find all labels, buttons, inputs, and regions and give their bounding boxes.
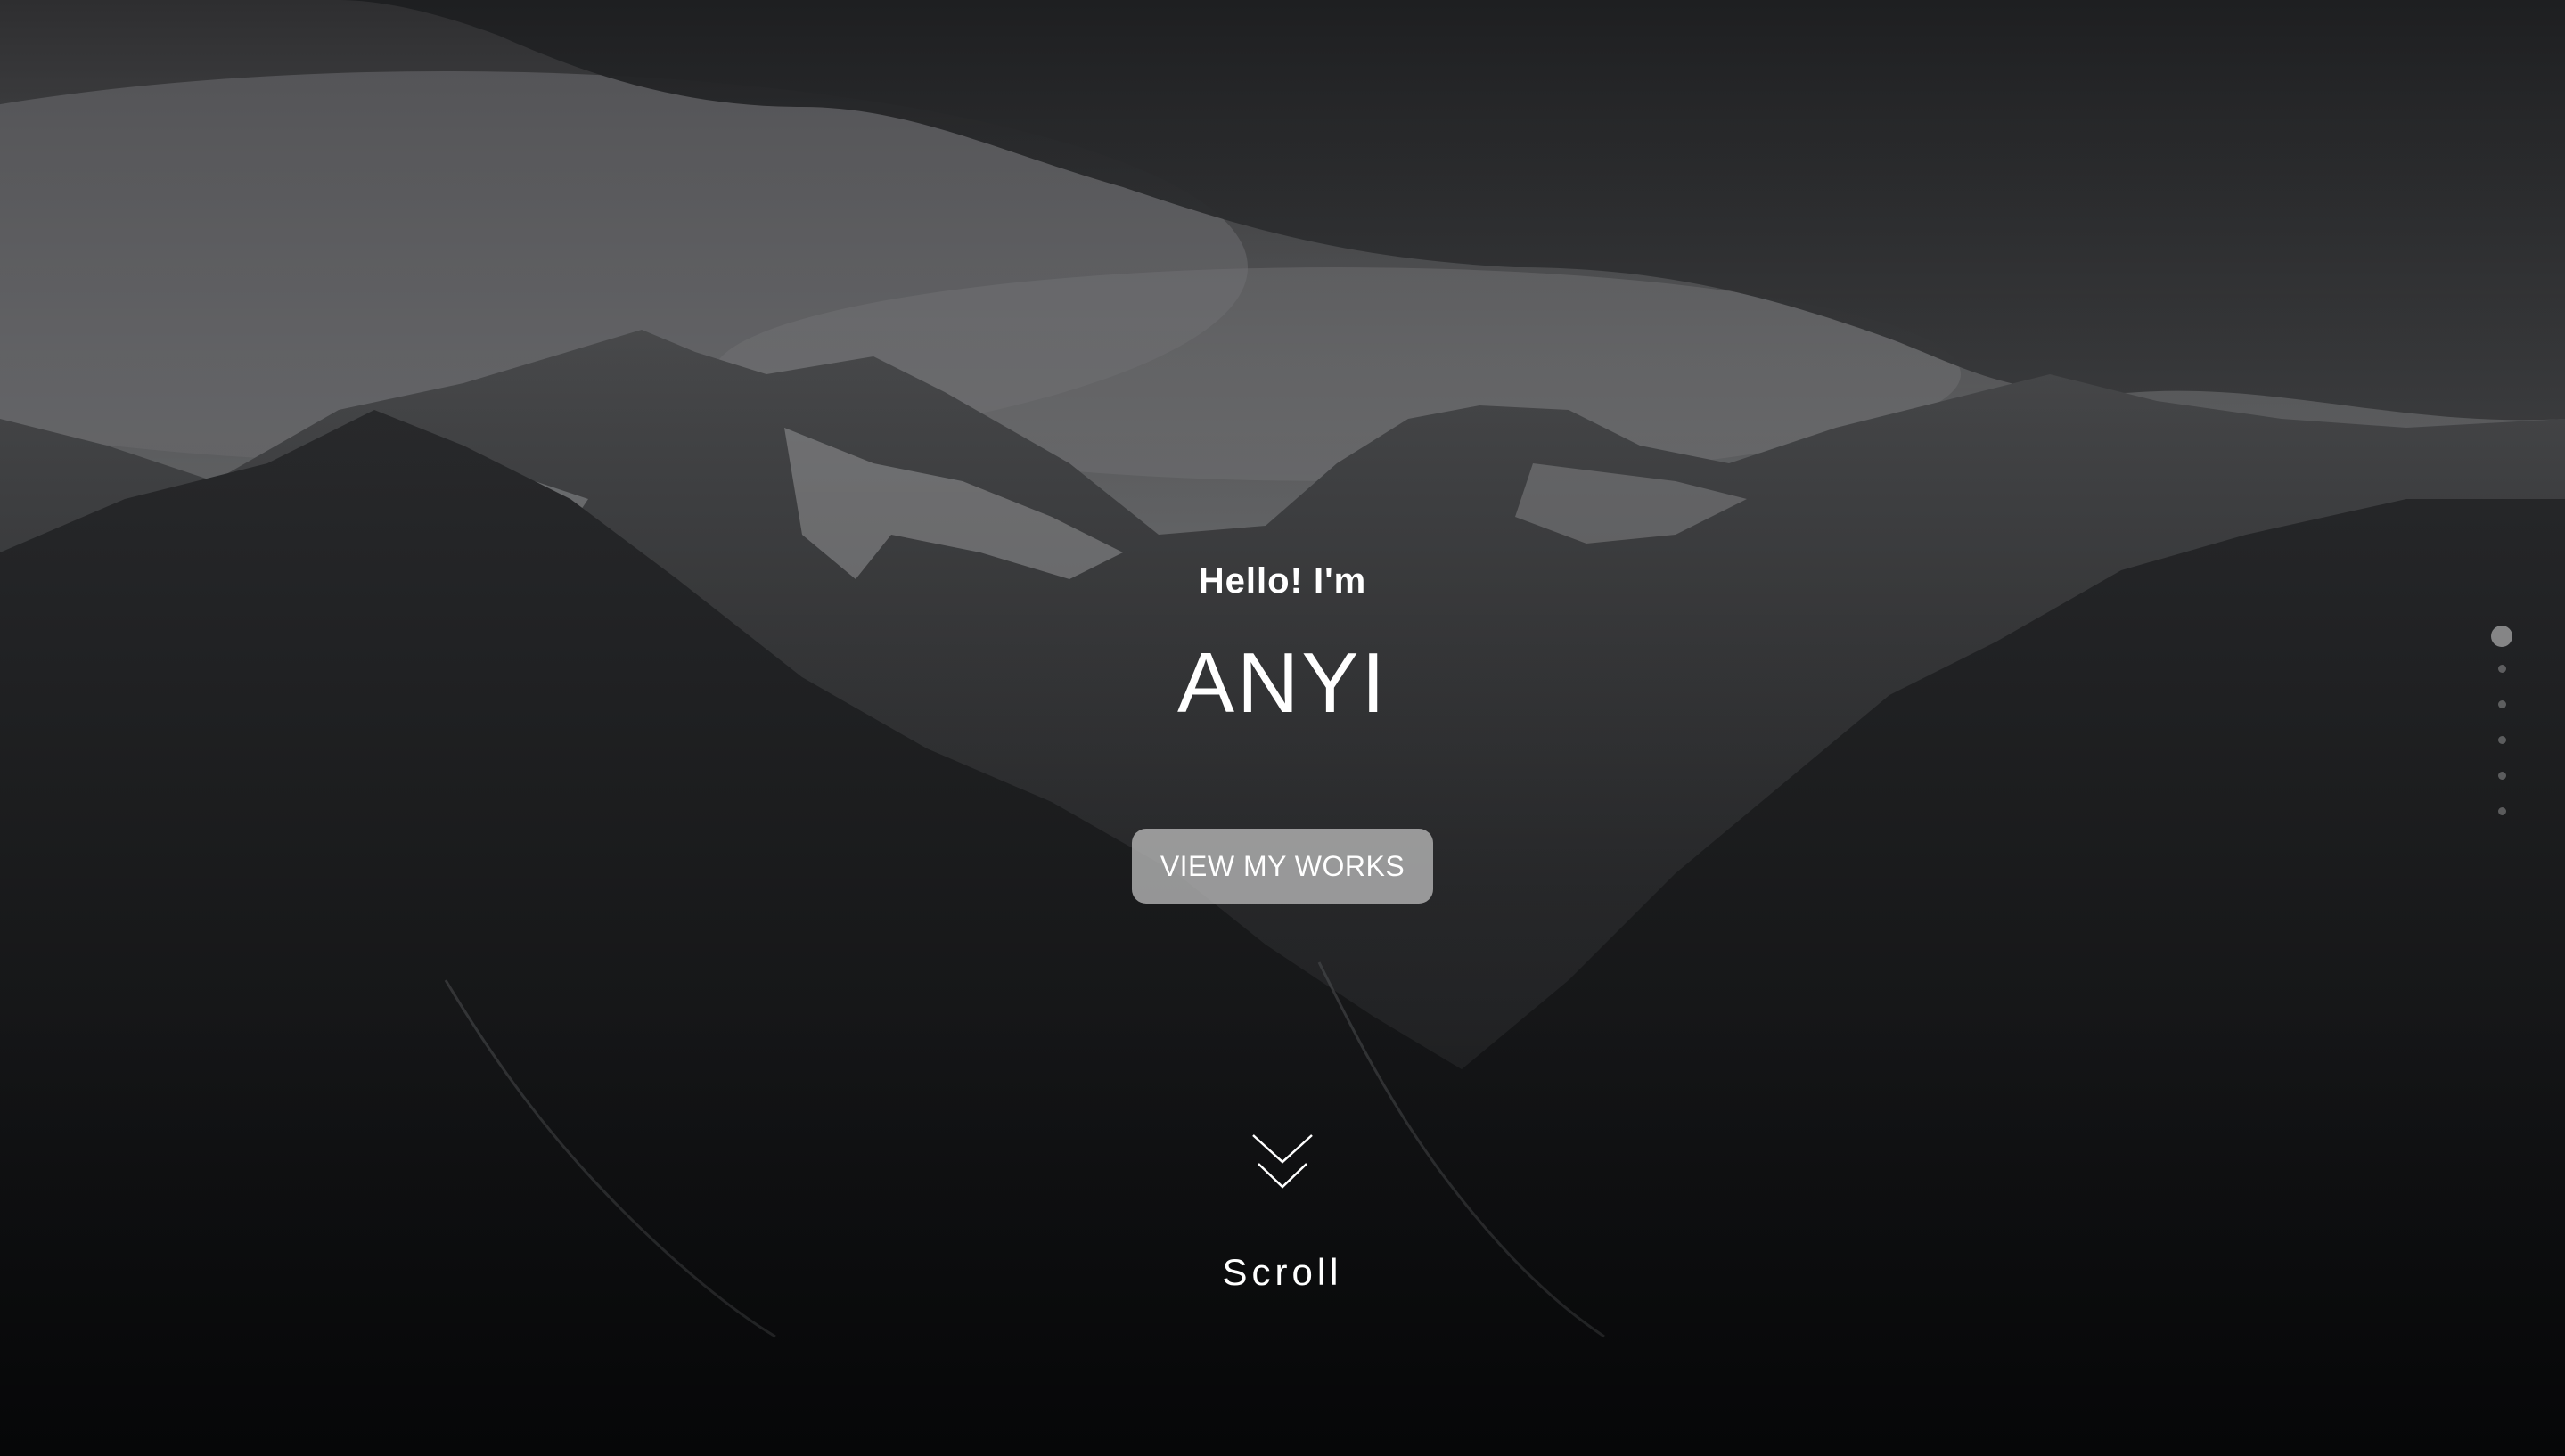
section-pagination-dots xyxy=(2488,626,2515,843)
scroll-label[interactable]: Scroll xyxy=(0,1251,2565,1294)
section-dot-1[interactable] xyxy=(2491,626,2512,647)
section-dot-4[interactable] xyxy=(2497,736,2506,744)
view-my-works-button[interactable]: VIEW MY WORKS xyxy=(1131,829,1434,904)
cta-wrapper: VIEW MY WORKS xyxy=(0,829,2565,904)
chevron-double-down-icon[interactable] xyxy=(1251,1133,1314,1201)
section-dot-3[interactable] xyxy=(2497,700,2506,708)
section-dot-6[interactable] xyxy=(2497,807,2506,815)
greeting-text: Hello! I'm xyxy=(1198,561,1367,601)
hero-name-heading: ANYI xyxy=(1176,635,1389,731)
section-dot-5[interactable] xyxy=(2497,772,2506,780)
section-dot-2[interactable] xyxy=(2497,665,2506,673)
hero-section: Hello! I'm ANYI VIEW MY WORKS Scroll xyxy=(0,0,2565,1456)
